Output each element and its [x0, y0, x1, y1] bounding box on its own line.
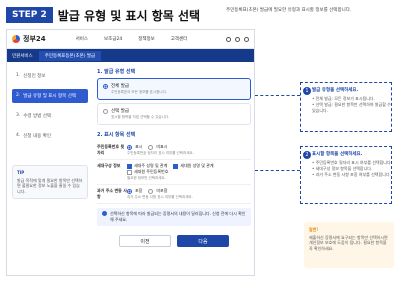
breadcrumb-home[interactable]: 민원서비스: [12, 53, 33, 59]
option-hint: 표시할 항목을 직접 선택할 수 있습니다.: [111, 115, 170, 119]
callout-title: 발급 유형을 선택하세요.: [312, 88, 359, 93]
section-display-items-title: 2. 표시 항목 선택: [97, 132, 136, 138]
option-label: 선택 발급: [111, 109, 129, 114]
breadcrumb: 민원서비스 주민등록표등본(초본) 발급: [7, 49, 254, 62]
checkbox-checked-icon: [127, 163, 132, 169]
menu-item-subsidy[interactable]: 보조금24: [104, 36, 122, 42]
option-hint: 주민등록번호 뒷자리 표시 여부를 선택하세요.: [127, 151, 194, 155]
radio-selected-icon: [127, 145, 132, 150]
info-icon: [102, 211, 107, 216]
gov24-logo[interactable]: 정부24: [12, 34, 46, 44]
step-badge: STEP 2: [6, 7, 53, 23]
hint-text: 제출하신 증명서에 요구되는 항목만 선택하시면 개인정보 보호에 도움이 됩니…: [309, 234, 388, 251]
callout-bullet: • 선택 발급: 필요한 항목만 선택하여 발급할 수 있습니다.: [312, 102, 391, 113]
radio-icon[interactable]: [103, 109, 108, 114]
hint-box: 알면! 제출하신 증명서에 요구되는 항목만 선택하시면 개인정보 보호에 도움…: [304, 222, 394, 268]
option-hint: 필요한 정보만 선택하세요.: [127, 176, 166, 180]
menu-item-service[interactable]: 서비스: [76, 36, 88, 42]
radio-label: 포함: [135, 188, 143, 193]
callout-1: 1 발급 유형을 선택하세요. • 전체 발급: 모든 정보가 표시됩니다. •…: [303, 87, 392, 114]
step-sidebar: 1. 신청인 정보 2. 발급 유형 및 표시 항목 선택 3. 수령 방법 선택 4…: [12, 69, 88, 199]
option-row-label: 과거 주소 변동 사항: [97, 188, 127, 199]
step-description: 주민등록표(초본) 발급에 필요한 유형과 표시할 정보를 선택합니다.: [226, 8, 352, 13]
sidebar-tip: TIP 발급 목적에 맞게 필요한 항목만 선택하면 불필요한 정보 노출을 줄…: [12, 165, 88, 199]
option-label: 전체 발급: [111, 84, 129, 89]
callout-number: 2: [303, 151, 311, 159]
step-header: STEP 2 발급 유형 및 표시 항목 선택: [6, 6, 200, 24]
option-row-household: 세대구성 정보 세대주 성명 및 관계 세대원 성명 및 관계 세대원 주민등록…: [97, 160, 251, 185]
callout-connector-2: [255, 170, 300, 171]
callout-title: 표시할 항목을 선택하세요.: [312, 152, 363, 157]
main-menu: 서비스 보조금24 정책정보 고객센터: [76, 36, 204, 42]
callout-connector-1: [255, 95, 300, 96]
option-row-address-history: 과거 주소 변동 사항 포함 미포함 과거 주소 변동 사항 표시 여부를 선택…: [97, 185, 251, 204]
option-row-rrn: 주민등록번호 뒷자리 표시 미표시 주민등록번호 뒷자리 표시 여부를 선택하세…: [97, 141, 251, 160]
menu-item-support[interactable]: 고객센터: [171, 36, 188, 42]
radio-hide-rrn[interactable]: 미표시: [148, 144, 167, 150]
sidebar-item-confirm[interactable]: 4. 신청 내용 확인: [12, 129, 88, 143]
sidebar-item-number: 1.: [16, 73, 21, 78]
radio-include-history[interactable]: 포함: [127, 188, 142, 194]
radio-label: 미표시: [156, 144, 168, 149]
next-button[interactable]: 다음: [177, 235, 229, 247]
checkbox-icon: [127, 169, 132, 175]
option-hint: 과거 주소 변동 사항 표시 여부를 선택하세요.: [127, 195, 193, 199]
user-icon[interactable]: [235, 36, 240, 42]
sidebar-item-label: 신청인 정보: [23, 74, 46, 79]
page-title: 발급 유형 및 표시 항목 선택: [57, 8, 201, 23]
callout-number: 1: [303, 87, 311, 95]
sidebar-item-number: 4.: [16, 133, 21, 138]
radio-icon: [148, 189, 154, 194]
option-row-label: 주민등록번호 뒷자리: [97, 144, 125, 155]
radio-label: 미포함: [156, 188, 168, 193]
top-navigation: 정부24 서비스 보조금24 정책정보 고객센터: [7, 30, 254, 49]
callout-bullet: • 과거 주소 변동 사항 포함 여부를 선택합니다.: [312, 172, 391, 177]
logo-text: 정부24: [23, 35, 46, 43]
checkbox-label: 세대원 주민등록번호: [134, 169, 169, 174]
option-full-issue[interactable]: 전체 발급 주민등록표의 모든 정보를 표시합니다.: [97, 78, 251, 100]
checkbox-member-rrn[interactable]: 세대원 주민등록번호: [127, 169, 168, 175]
tip-text: 발급 목적에 맞게 필요한 항목만 선택하면 불필요한 정보 노출을 줄일 수 …: [17, 177, 83, 194]
sidebar-item-number: 2.: [16, 93, 21, 98]
main-content: 1. 발급 유형 선택 전체 발급 주민등록표의 모든 정보를 표시합니다. 선택…: [97, 68, 251, 247]
tip-title: TIP: [17, 170, 25, 175]
prev-button[interactable]: 이전: [119, 235, 171, 247]
button-group: 이전 다음: [97, 235, 251, 247]
sidebar-item-number: 3.: [16, 113, 21, 118]
option-hint: 주민등록표의 모든 정보를 표시합니다.: [111, 90, 167, 94]
radio-exclude-history[interactable]: 미포함: [148, 188, 167, 194]
checkbox-member-relation[interactable]: 세대원 성명 및 관계: [173, 163, 214, 169]
radio-label: 표시: [135, 144, 143, 149]
callout-2: 2 표시할 항목을 선택하세요. • 주민등록번호 뒷자리 표시 여부를 선택합…: [303, 151, 392, 178]
info-note-text: 선택하신 항목에 따라 발급되는 증명서의 내용이 달라집니다. 신청 전에 다…: [110, 211, 246, 222]
gov24-logo-icon: [12, 35, 20, 43]
top-icons: [222, 36, 249, 42]
sidebar-item-label: 발급 유형 및 표시 항목 선택: [23, 94, 76, 99]
sidebar-item-issue-type[interactable]: 2. 발급 유형 및 표시 항목 선택: [12, 89, 88, 103]
checkbox-label: 세대원 성명 및 관계: [180, 163, 214, 168]
info-note: 선택하신 항목에 따라 발급되는 증명서의 내용이 달라집니다. 신청 전에 다…: [97, 208, 251, 226]
hint-title: 알면!: [309, 227, 319, 232]
radio-selected-icon[interactable]: [103, 84, 108, 89]
menu-item-policy[interactable]: 정책정보: [138, 36, 155, 42]
sidebar-item-label: 신청 내용 확인: [23, 134, 51, 139]
section-issue-type-title: 1. 발급 유형 선택: [97, 69, 136, 75]
menu-icon[interactable]: [244, 36, 249, 42]
search-icon[interactable]: [226, 36, 231, 42]
radio-show-rrn[interactable]: 표시: [127, 144, 142, 150]
sidebar-item-applicant[interactable]: 1. 신청인 정보: [12, 69, 88, 83]
breadcrumb-current: 주민등록표등본(초본) 발급: [38, 50, 102, 61]
radio-icon: [148, 145, 154, 150]
option-partial-issue[interactable]: 선택 발급 표시할 항목을 직접 선택할 수 있습니다.: [97, 103, 251, 125]
app-window: 정부24 서비스 보조금24 정책정보 고객센터 민원서비스 주민등록표등본(초…: [6, 29, 255, 276]
sidebar-item-label: 수령 방법 선택: [23, 114, 51, 119]
sidebar-item-receive[interactable]: 3. 수령 방법 선택: [12, 109, 88, 123]
option-row-label: 세대구성 정보: [97, 163, 121, 168]
checkbox-checked-icon: [173, 163, 179, 169]
radio-selected-icon: [127, 189, 132, 194]
